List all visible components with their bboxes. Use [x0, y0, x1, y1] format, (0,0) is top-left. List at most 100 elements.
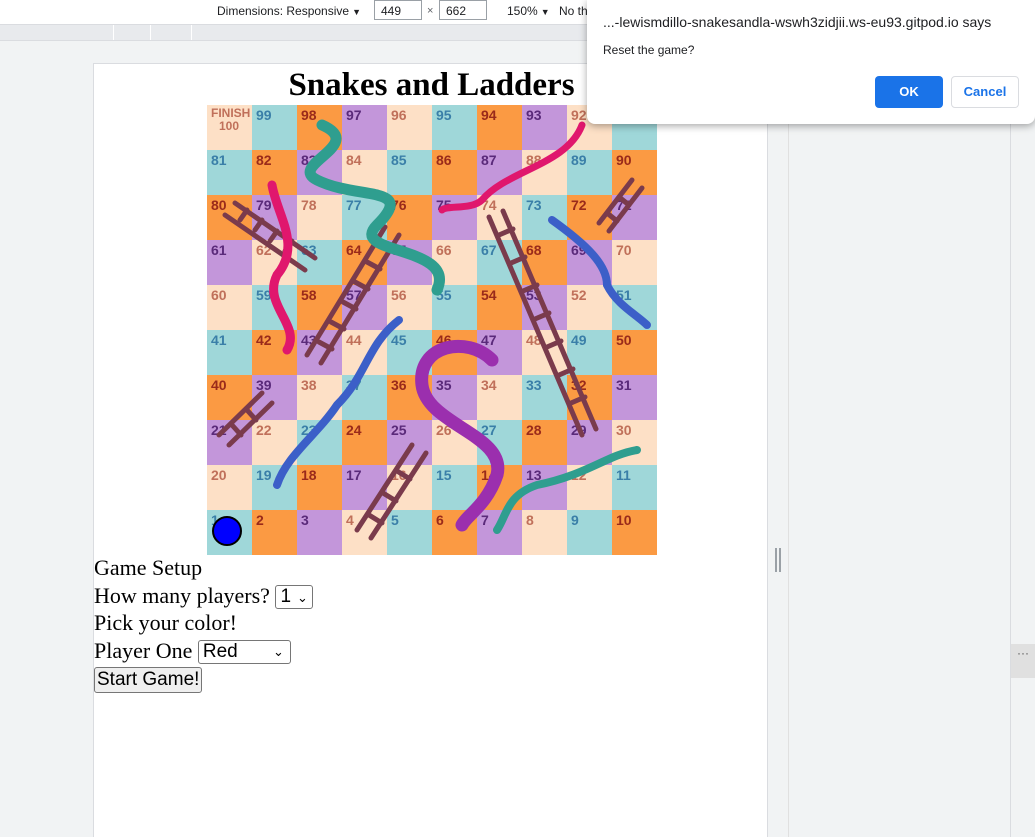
chevron-down-icon: ⌄	[272, 644, 284, 660]
board-cell: 93	[522, 105, 567, 150]
cell-number: 74	[481, 197, 497, 213]
throttle-dropdown[interactable]: No th	[559, 4, 588, 18]
board-cell: 82	[252, 150, 297, 195]
players-label: How many players?	[94, 582, 270, 608]
cell-number: 68	[526, 242, 542, 258]
game-board: FINISH1009998979695949392918182838485868…	[207, 105, 657, 555]
board-cell: 10	[612, 510, 657, 555]
cell-number: 53	[526, 287, 542, 303]
cell-number: 2	[256, 512, 264, 528]
board-cell: 17	[342, 465, 387, 510]
board-cell: 86	[432, 150, 477, 195]
board-cell: 18	[297, 465, 342, 510]
caret-down-icon: ▼	[540, 7, 550, 17]
cell-number: 40	[211, 377, 227, 393]
board-cell: 2	[252, 510, 297, 555]
board-cell: 6	[432, 510, 477, 555]
board-cell: 41	[207, 330, 252, 375]
cell-number: 84	[346, 152, 362, 168]
dialog-origin: ...-lewismdillo-snakesandla-wswh3zidjii.…	[603, 14, 992, 30]
cell-number: 20	[211, 467, 227, 483]
cell-number: 87	[481, 152, 497, 168]
board-cell: 80	[207, 195, 252, 240]
board-cell: 24	[342, 420, 387, 465]
cell-number: 47	[481, 332, 497, 348]
more-options-icon[interactable]: ···	[1011, 644, 1035, 678]
cancel-button[interactable]: Cancel	[951, 76, 1019, 108]
board-cell: 13	[522, 465, 567, 510]
player-one-row: Player One Red ⌄	[94, 637, 313, 665]
board-cell: 11	[612, 465, 657, 510]
board-cell: 61	[207, 240, 252, 285]
board-cell: 32	[567, 375, 612, 420]
divider	[1010, 40, 1011, 837]
width-input[interactable]: 449	[374, 0, 422, 20]
board-cell: 78	[297, 195, 342, 240]
board-cell: 97	[342, 105, 387, 150]
cell-number: 27	[481, 422, 497, 438]
ruler-segment[interactable]	[113, 25, 151, 40]
caret-down-icon: ▼	[352, 7, 361, 17]
cell-number: 56	[391, 287, 407, 303]
board-cell: 89	[567, 150, 612, 195]
zoom-dropdown[interactable]: 150% ▼	[507, 4, 550, 18]
board-cell: 75	[432, 195, 477, 240]
board-cell: 62	[252, 240, 297, 285]
cell-number: 58	[301, 287, 317, 303]
board-cell: 36	[387, 375, 432, 420]
dimensions-dropdown[interactable]: Dimensions: Responsive ▼	[217, 4, 361, 18]
cell-number: 71	[616, 197, 632, 213]
cell-number: 18	[301, 467, 317, 483]
board-cell: 28	[522, 420, 567, 465]
board-cell: 19	[252, 465, 297, 510]
players-select-value: 1	[280, 586, 292, 608]
throttle-label: No th	[559, 4, 588, 18]
board-cell: 33	[522, 375, 567, 420]
board-cell: 22	[252, 420, 297, 465]
board-cell: 79	[252, 195, 297, 240]
board-cell: 37	[342, 375, 387, 420]
chevron-down-icon: ⌄	[297, 590, 308, 606]
cell-number: 15	[436, 467, 452, 483]
ruler-segment[interactable]	[0, 25, 114, 40]
board-cell: 87	[477, 150, 522, 195]
setup-heading: Game Setup	[94, 555, 203, 580]
cell-number: 4	[346, 512, 354, 528]
ruler-segment[interactable]	[150, 25, 192, 40]
height-input[interactable]: 662	[439, 0, 487, 20]
board-cell: 25	[387, 420, 432, 465]
players-select[interactable]: 1 ⌄	[275, 585, 313, 610]
board-cell: FINISH 100	[207, 105, 252, 150]
cell-number: 73	[526, 197, 542, 213]
board-cell: 81	[207, 150, 252, 195]
board-cell: 55	[432, 285, 477, 330]
board-cell: 74	[477, 195, 522, 240]
cell-number: 6	[436, 512, 444, 528]
cell-number: 99	[256, 107, 272, 123]
cell-number: 23	[301, 422, 317, 438]
viewport-resize-gutter[interactable]	[768, 63, 788, 837]
board-cell: 68	[522, 240, 567, 285]
board-cell: 29	[567, 420, 612, 465]
cell-number: 97	[346, 107, 362, 123]
board-cell: 50	[612, 330, 657, 375]
cell-number: 14	[481, 467, 497, 483]
cell-number: 21	[211, 422, 227, 438]
board-cell: 94	[477, 105, 522, 150]
resize-handle[interactable]	[775, 548, 781, 572]
cell-number: 66	[436, 242, 452, 258]
start-game-button[interactable]: Start Game!	[94, 667, 203, 693]
board-cell: 95	[432, 105, 477, 150]
board-cell: 98	[297, 105, 342, 150]
board-cell: 88	[522, 150, 567, 195]
cell-number: 41	[211, 332, 227, 348]
ok-button[interactable]: OK	[875, 76, 943, 108]
cell-number: 80	[211, 197, 227, 213]
cell-number: 54	[481, 287, 497, 303]
cell-number: 45	[391, 332, 407, 348]
board-cell: 35	[432, 375, 477, 420]
board-cell: 65	[387, 240, 432, 285]
player-one-color-select[interactable]: Red ⌄	[197, 640, 291, 665]
board-cell: 9	[567, 510, 612, 555]
board-cell: 58	[297, 285, 342, 330]
